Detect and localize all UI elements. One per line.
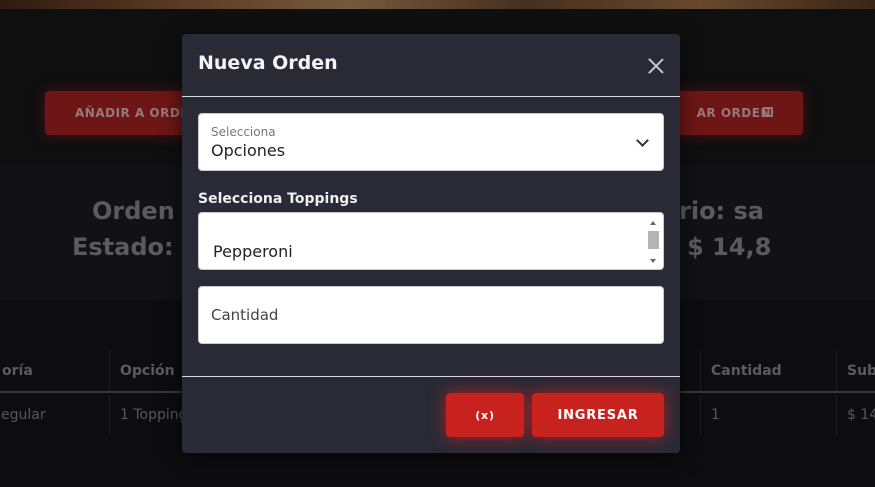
options-select[interactable]: Selecciona Opciones <box>198 113 664 171</box>
cancel-icon: (x) <box>475 408 495 422</box>
close-icon[interactable] <box>645 55 667 77</box>
cancel-button[interactable]: (x) <box>446 393 524 437</box>
quantity-input[interactable] <box>198 286 664 344</box>
topping-option[interactable]: Pepperoni <box>213 242 293 261</box>
toppings-label: Selecciona Toppings <box>198 191 358 207</box>
listbox-scrollbar[interactable] <box>647 216 659 268</box>
modal-title: Nueva Orden <box>198 52 338 74</box>
select-value: Opciones <box>211 141 286 160</box>
scroll-down-arrow-icon[interactable] <box>650 259 656 263</box>
scrollbar-thumb[interactable] <box>648 231 659 249</box>
header-divider <box>182 96 680 97</box>
select-floating-label: Selecciona <box>211 125 276 139</box>
scroll-up-arrow-icon[interactable] <box>650 221 656 225</box>
footer-divider <box>182 376 680 377</box>
chevron-down-icon <box>636 134 649 147</box>
toppings-listbox[interactable]: Pepperoni <box>198 212 664 270</box>
submit-label: INGRESAR <box>557 407 639 423</box>
new-order-modal: Nueva Orden Selecciona Opciones Seleccio… <box>182 34 680 453</box>
submit-button[interactable]: INGRESAR <box>532 393 664 437</box>
